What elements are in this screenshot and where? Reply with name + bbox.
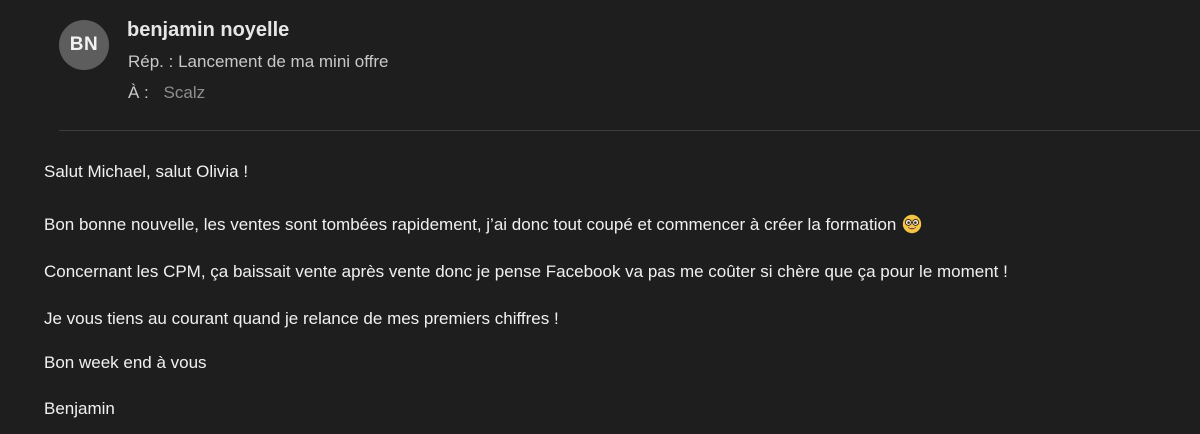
- avatar[interactable]: BN: [59, 20, 109, 70]
- nerd-face-icon: [903, 214, 922, 234]
- signature-text: Benjamin: [44, 399, 115, 418]
- header-divider: [59, 130, 1200, 131]
- paragraph-2: Concernant les CPM, ça baissait vente ap…: [44, 262, 1008, 281]
- paragraph-3: Je vous tiens au courant quand je relanc…: [44, 309, 559, 328]
- sender-name[interactable]: benjamin noyelle: [127, 19, 289, 42]
- closing-text: Bon week end à vous: [44, 353, 207, 372]
- subject-line: Rép. : Lancement de ma mini offre: [128, 52, 389, 71]
- recipient-label: À :: [128, 83, 149, 102]
- paragraph-1: Bon bonne nouvelle, les ventes sont tomb…: [44, 214, 922, 235]
- recipient-line: À : Scalz: [128, 83, 205, 103]
- email-header: BN benjamin noyelle Rép. : Lancement de …: [0, 0, 1200, 132]
- greeting-text: Salut Michael, salut Olivia !: [44, 162, 249, 181]
- recipient-name[interactable]: Scalz: [164, 83, 206, 102]
- paragraph-1-text: Bon bonne nouvelle, les ventes sont tomb…: [44, 215, 897, 234]
